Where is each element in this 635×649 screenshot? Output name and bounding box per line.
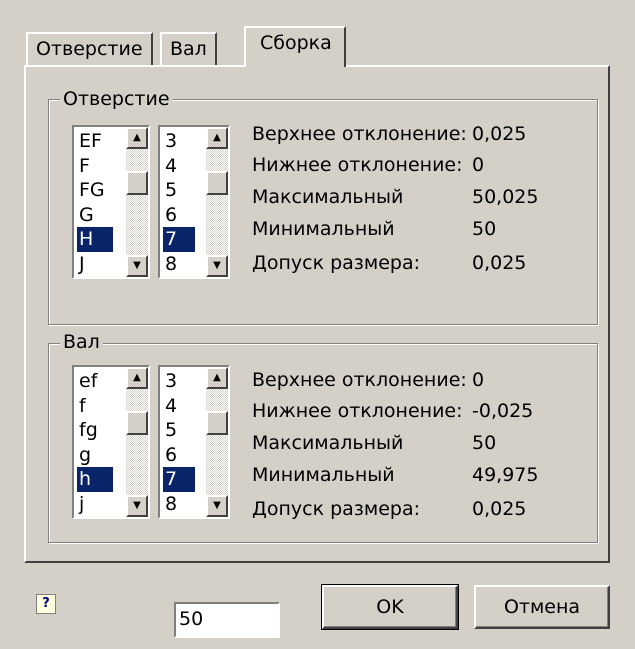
scroll-thumb[interactable] bbox=[126, 171, 148, 195]
hole-tolerance-value: 0,025 bbox=[472, 252, 527, 274]
hole-upper-deviation-value: 0,025 bbox=[472, 123, 527, 145]
shaft-letter-scrollbar[interactable]: ▲ ▼ bbox=[126, 367, 148, 517]
list-item[interactable]: 5 bbox=[163, 178, 195, 203]
list-item[interactable]: ef bbox=[77, 369, 113, 394]
list-item[interactable]: j bbox=[77, 492, 113, 517]
hole-letter-listbox[interactable]: EF F FG G H J ▲ ▼ bbox=[72, 125, 150, 279]
list-item[interactable]: J bbox=[77, 252, 113, 277]
shaft-max-label: Максимальный bbox=[252, 432, 404, 454]
shaft-max-value: 50 bbox=[472, 432, 497, 454]
list-item[interactable]: 4 bbox=[163, 394, 195, 419]
hole-letter-scrollbar[interactable]: ▲ ▼ bbox=[126, 127, 148, 277]
shaft-letter-items: ef f fg g h j bbox=[77, 369, 113, 516]
hole-grade-scrollbar[interactable]: ▲ ▼ bbox=[206, 127, 228, 277]
list-item-selected[interactable]: h bbox=[77, 467, 113, 492]
shaft-letter-listbox[interactable]: ef f fg g h j ▲ ▼ bbox=[72, 365, 150, 519]
list-item-selected[interactable]: H bbox=[77, 227, 113, 252]
hole-letter-items: EF F FG G H J bbox=[77, 129, 113, 276]
scroll-thumb[interactable] bbox=[206, 171, 228, 195]
scroll-up-icon[interactable]: ▲ bbox=[206, 367, 228, 389]
list-item-selected[interactable]: 7 bbox=[163, 467, 195, 492]
tab-hole[interactable]: Отверстие bbox=[26, 32, 153, 66]
tab-shaft-label: Вал bbox=[170, 38, 207, 60]
list-item[interactable]: 8 bbox=[163, 252, 195, 277]
scroll-up-icon[interactable]: ▲ bbox=[206, 127, 228, 149]
list-item[interactable]: 3 bbox=[163, 129, 195, 154]
hole-upper-deviation-label: Верхнее отклонение: bbox=[252, 123, 467, 145]
shaft-group-title: Вал bbox=[60, 332, 103, 352]
tab-panel-assembly: Отверстие EF F FG G H J ▲ ▼ 3 4 5 6 7 8 … bbox=[24, 65, 610, 563]
list-item-selected[interactable]: 7 bbox=[163, 227, 195, 252]
hole-min-value: 50 bbox=[472, 218, 497, 240]
hole-tolerance-label: Допуск размера: bbox=[252, 252, 421, 274]
list-item[interactable]: FG bbox=[77, 178, 113, 203]
list-item[interactable]: 5 bbox=[163, 418, 195, 443]
help-icon[interactable]: ? bbox=[36, 594, 56, 614]
shaft-upper-deviation-value: 0 bbox=[472, 369, 485, 391]
list-item[interactable]: G bbox=[77, 203, 113, 228]
shaft-upper-deviation-label: Верхнее отклонение: bbox=[252, 369, 467, 391]
hole-max-label: Максимальный bbox=[252, 186, 404, 208]
list-item[interactable]: 6 bbox=[163, 203, 195, 228]
hole-lower-deviation-label: Нижнее отклонение: bbox=[252, 154, 463, 176]
list-item[interactable]: f bbox=[77, 394, 113, 419]
tab-assembly[interactable]: Сборка bbox=[244, 26, 346, 67]
hole-min-label: Минимальный bbox=[252, 218, 395, 240]
scroll-down-icon[interactable]: ▼ bbox=[126, 495, 148, 517]
list-item[interactable]: EF bbox=[77, 129, 113, 154]
scroll-up-icon[interactable]: ▲ bbox=[126, 127, 148, 149]
scroll-thumb[interactable] bbox=[206, 411, 228, 435]
shaft-min-label: Минимальный bbox=[252, 464, 395, 486]
list-item[interactable]: 8 bbox=[163, 492, 195, 517]
shaft-grade-listbox[interactable]: 3 4 5 6 7 8 ▲ ▼ bbox=[158, 365, 230, 519]
hole-grade-listbox[interactable]: 3 4 5 6 7 8 ▲ ▼ bbox=[158, 125, 230, 279]
hole-grade-items: 3 4 5 6 7 8 bbox=[163, 129, 195, 276]
cancel-button[interactable]: Отмена bbox=[474, 585, 610, 629]
list-item[interactable]: 3 bbox=[163, 369, 195, 394]
ok-button[interactable]: OK bbox=[321, 584, 459, 630]
tab-shaft[interactable]: Вал bbox=[160, 32, 217, 66]
shaft-grade-scrollbar[interactable]: ▲ ▼ bbox=[206, 367, 228, 517]
tab-hole-label: Отверстие bbox=[36, 38, 143, 60]
hole-max-value: 50,025 bbox=[472, 186, 539, 208]
tab-assembly-label: Сборка bbox=[260, 32, 332, 54]
shaft-tolerance-label: Допуск размера: bbox=[252, 498, 421, 520]
scroll-down-icon[interactable]: ▼ bbox=[126, 255, 148, 277]
list-item[interactable]: g bbox=[77, 443, 113, 468]
scroll-up-icon[interactable]: ▲ bbox=[126, 367, 148, 389]
list-item[interactable]: 4 bbox=[163, 154, 195, 179]
list-item[interactable]: 6 bbox=[163, 443, 195, 468]
tolerance-dialog: { "tabs": ["Отверстие", "Вал", "Сборка"]… bbox=[0, 0, 635, 649]
size-input[interactable]: 50 bbox=[174, 602, 280, 638]
list-item[interactable]: fg bbox=[77, 418, 113, 443]
scroll-down-icon[interactable]: ▼ bbox=[206, 255, 228, 277]
scroll-thumb[interactable] bbox=[126, 411, 148, 435]
list-item[interactable]: F bbox=[77, 154, 113, 179]
scroll-down-icon[interactable]: ▼ bbox=[206, 495, 228, 517]
hole-lower-deviation-value: 0 bbox=[472, 154, 485, 176]
shaft-tolerance-value: 0,025 bbox=[472, 498, 527, 520]
shaft-grade-items: 3 4 5 6 7 8 bbox=[163, 369, 195, 516]
shaft-lower-deviation-label: Нижнее отклонение: bbox=[252, 400, 463, 422]
shaft-lower-deviation-value: -0,025 bbox=[472, 400, 534, 422]
hole-group-title: Отверстие bbox=[60, 89, 173, 109]
shaft-min-value: 49,975 bbox=[472, 464, 539, 486]
